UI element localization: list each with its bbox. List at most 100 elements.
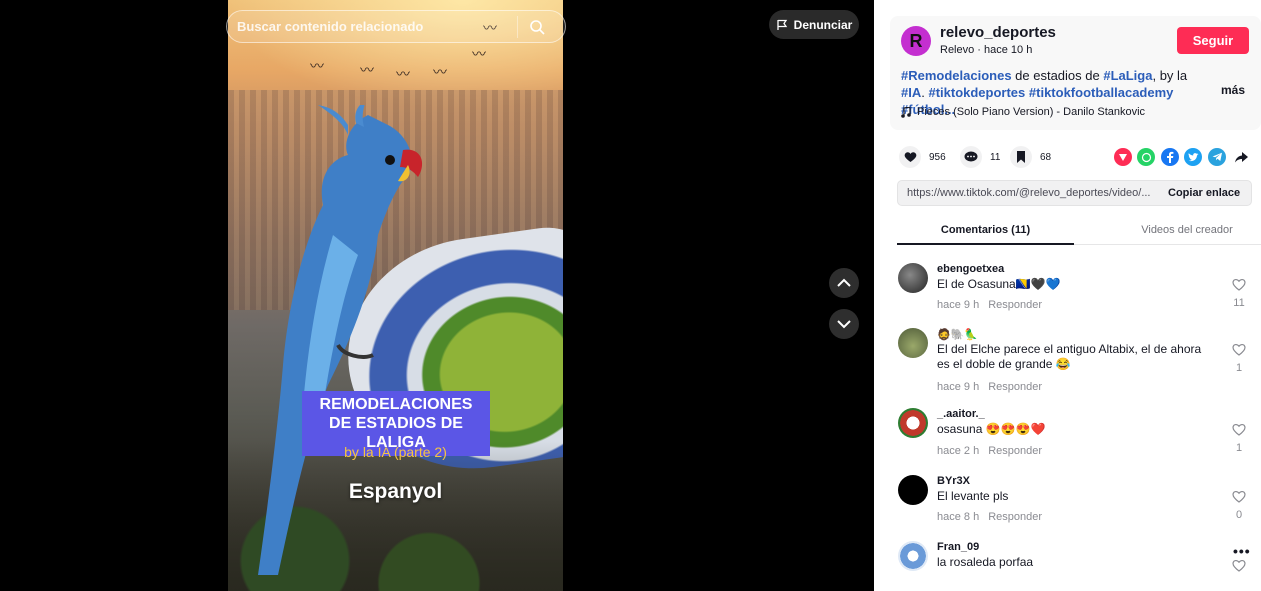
copy-link-button[interactable]: Copiar enlace <box>1162 187 1240 199</box>
video-player[interactable]: 〰〰 〰〰 〰〰 REMODELACIONES DE ESTADIOS DE L… <box>228 0 563 591</box>
chevron-up-icon <box>837 278 851 287</box>
comment-meta: hace 9 h Responder <box>937 381 1042 393</box>
share-more-button[interactable] <box>1232 148 1250 166</box>
report-button[interactable]: Denunciar <box>769 10 859 39</box>
comment-avatar[interactable] <box>898 475 928 505</box>
video-overlay-team: Espanyol <box>348 480 443 503</box>
panel-fade <box>874 575 1261 591</box>
hashtag-link[interactable]: #tiktokdeportes <box>928 85 1025 100</box>
comment-stat[interactable]: 11 <box>960 146 1000 168</box>
author-meta: Relevo · hace 10 h <box>940 44 1033 56</box>
comment-meta: hace 9 h Responder <box>937 299 1042 311</box>
comment-reply-button[interactable]: Responder <box>988 511 1042 523</box>
comment-username[interactable]: 🧔🐘🦜 <box>937 328 978 341</box>
comment-like-button[interactable]: 1 <box>1229 423 1249 454</box>
follow-button[interactable]: Seguir <box>1177 27 1249 54</box>
video-link-box: https://www.tiktok.com/@relevo_deportes/… <box>897 180 1252 206</box>
whatsapp-icon <box>1141 152 1151 162</box>
hashtag-link[interactable]: #LaLiga <box>1103 68 1152 83</box>
telegram-icon <box>1212 152 1222 161</box>
heart-outline-icon <box>1232 423 1246 436</box>
video-link-url[interactable]: https://www.tiktok.com/@relevo_deportes/… <box>898 187 1162 199</box>
comment-username[interactable]: BYr3X <box>937 475 970 487</box>
search-button[interactable] <box>518 11 556 42</box>
comment-text: El levante pls <box>937 489 1009 503</box>
share-twitter-button[interactable] <box>1184 148 1202 166</box>
repost-icon <box>1119 154 1127 161</box>
comment-like-count: 11 <box>1233 297 1245 309</box>
comment-text: osasuna 😍😍😍❤️ <box>937 422 1046 436</box>
parrot-illustration <box>258 105 423 575</box>
music-title: Pieces (Solo Piano Version) - Danilo Sta… <box>917 106 1146 118</box>
comment-like-button[interactable]: 11 <box>1229 278 1249 309</box>
comment-like-count: 1 <box>1235 442 1243 454</box>
share-whatsapp-button[interactable] <box>1137 148 1155 166</box>
comment-time: hace 9 h <box>937 299 980 311</box>
comment-avatar[interactable] <box>898 541 928 571</box>
search-icon <box>530 19 545 35</box>
caption-text: , by la <box>1152 68 1188 83</box>
hashtag-link[interactable]: #IA <box>901 85 921 100</box>
author-avatar-glyph: R <box>909 30 923 51</box>
comment-time: hace 8 h <box>937 511 980 523</box>
previous-video-button[interactable] <box>829 268 859 298</box>
share-repost-button[interactable] <box>1114 148 1132 166</box>
side-panel: R relevo_deportes Relevo · hace 10 h Seg… <box>874 0 1261 591</box>
report-label: Denunciar <box>793 17 853 32</box>
hashtag-link[interactable]: #Remodelaciones <box>901 68 1012 83</box>
save-button[interactable] <box>1010 146 1032 168</box>
caption-text: de estadios de <box>1011 68 1104 83</box>
comment-meta: hace 8 h Responder <box>937 511 1042 523</box>
search-input[interactable] <box>227 19 517 34</box>
comment-time: hace 9 h <box>937 381 980 393</box>
chevron-down-icon <box>837 320 851 329</box>
heart-outline-icon <box>1232 343 1246 356</box>
bookmark-icon <box>1017 151 1025 163</box>
share-facebook-button[interactable] <box>1161 148 1179 166</box>
like-count: 956 <box>929 151 946 163</box>
comment-button[interactable] <box>960 146 982 168</box>
tab-creator-videos[interactable]: Videos del creador <box>1097 224 1261 236</box>
comment-avatar[interactable] <box>898 408 928 438</box>
like-button[interactable] <box>899 146 921 168</box>
panel-tabs: Comentarios (11) Videos del creador <box>897 217 1261 245</box>
comment-more-options-button[interactable]: ••• <box>1233 543 1251 559</box>
author-username[interactable]: relevo_deportes <box>940 24 1056 41</box>
video-stage: 〰〰 〰〰 〰〰 REMODELACIONES DE ESTADIOS DE L… <box>0 0 874 591</box>
heart-outline-icon <box>1232 490 1246 503</box>
music-note-icon <box>901 106 911 118</box>
comment-time: hace 2 h <box>937 445 980 457</box>
comment-like-button[interactable]: 1 <box>1229 343 1249 374</box>
comment-username[interactable]: ebengoetxea <box>937 263 1004 275</box>
comment-username[interactable]: Fran_09 <box>937 541 979 553</box>
facebook-icon <box>1167 151 1174 163</box>
heart-outline-icon <box>1232 559 1246 572</box>
comment-text: la rosaleda porfaa <box>937 555 1034 569</box>
like-stat[interactable]: 956 <box>899 146 946 168</box>
caption-more-button[interactable]: más <box>1221 83 1245 97</box>
flag-icon <box>777 19 787 30</box>
hashtag-link[interactable]: #tiktokfootballacademy <box>1029 85 1174 100</box>
search-bar[interactable] <box>226 10 566 43</box>
comment-reply-button[interactable]: Responder <box>988 381 1042 393</box>
comment-like-button[interactable]: 0 <box>1229 490 1249 521</box>
next-video-button[interactable] <box>829 309 859 339</box>
comment-like-count: 0 <box>1235 509 1243 521</box>
heart-outline-icon <box>1232 278 1246 291</box>
save-stat[interactable]: 68 <box>1010 146 1051 168</box>
comment-avatar[interactable] <box>898 328 928 358</box>
twitter-icon <box>1188 152 1198 161</box>
comment-reply-button[interactable]: Responder <box>988 299 1042 311</box>
tab-comments[interactable]: Comentarios (11) <box>897 224 1074 245</box>
comment-username[interactable]: _.aaitor._ <box>937 408 985 420</box>
author-avatar[interactable]: R <box>901 26 931 56</box>
comment-avatar[interactable] <box>898 263 928 293</box>
comment-icon <box>964 151 978 162</box>
share-telegram-button[interactable] <box>1208 148 1226 166</box>
comment-reply-button[interactable]: Responder <box>988 445 1042 457</box>
music-link[interactable]: Pieces (Solo Piano Version) - Danilo Sta… <box>901 106 1145 118</box>
video-description-card: R relevo_deportes Relevo · hace 10 h Seg… <box>890 16 1261 130</box>
video-overlay-subtitle: by la IA (parte 2) <box>344 444 447 460</box>
heart-icon <box>904 152 916 162</box>
save-count: 68 <box>1040 151 1052 163</box>
